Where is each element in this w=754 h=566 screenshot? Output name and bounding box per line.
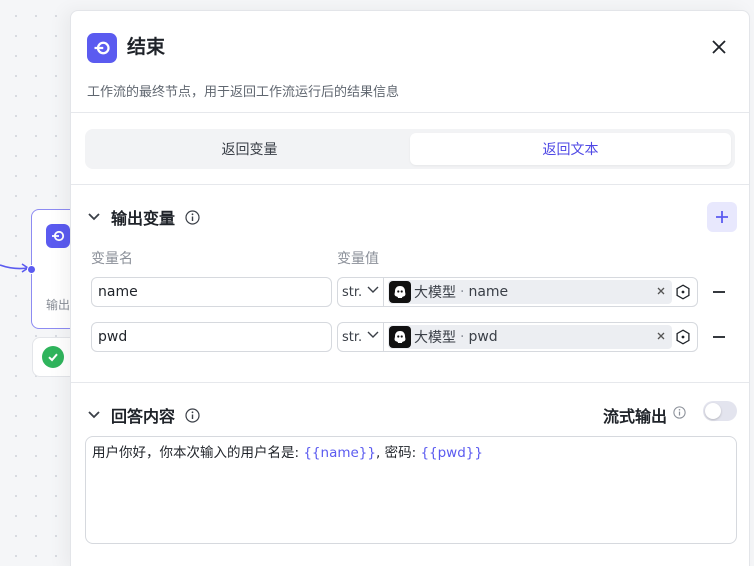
chevron-down-icon [367,331,379,338]
chevron-down-icon[interactable] [87,408,101,422]
llm-model-icon [389,326,411,348]
variable-reference-tag[interactable]: 大模型 · pwd [388,325,672,349]
stream-output-label: 流式输出 [602,407,667,426]
variable-token: {{name}} [303,445,376,461]
toggle-knob [705,403,721,419]
info-icon[interactable] [185,209,200,225]
node-input-handle[interactable] [27,265,36,274]
column-header-value: 变量值 [337,251,379,267]
panel-title: 结束 [127,36,166,58]
minus-icon [713,291,725,293]
reference-field: pwd [468,329,498,345]
info-icon[interactable] [185,407,200,423]
mode-tabs-section: 返回变量 返回文本 [71,113,749,185]
variable-picker-icon[interactable] [675,329,691,345]
panel-header: 结束 工作流的最终节点，用于返回工作流运行后的结果信息 [71,11,749,113]
plus-icon [716,211,728,223]
variable-reference-tag[interactable]: 大模型 · name [388,280,672,304]
reference-field: name [468,284,509,300]
reference-source: 大模型 [414,330,456,346]
remove-variable-button[interactable] [711,284,727,300]
chevron-down-icon [367,286,379,293]
connection-edge [0,263,30,273]
variable-name-input[interactable] [91,322,332,352]
variable-row: str. 大模型 · name [91,277,731,307]
section-title: 输出变量 [111,209,176,228]
chevron-down-icon[interactable] [87,210,101,224]
minus-icon [713,336,725,338]
remove-variable-button[interactable] [711,329,727,345]
type-select[interactable]: str. [338,323,384,351]
type-select[interactable]: str. [338,278,384,306]
section-title: 回答内容 [111,407,176,426]
tab-return-text[interactable]: 返回文本 [410,133,731,165]
variable-name-input[interactable] [91,277,332,307]
variable-value-field: str. 大模型 · pwd [337,322,698,352]
llm-model-icon [389,281,411,303]
variable-token: {{pwd}} [420,445,483,461]
answer-content-section: 回答内容 流式输出 用户你好，你本次输入的用户名是: {{name}}, 密码:… [71,383,749,563]
answer-content-editor[interactable]: 用户你好，你本次输入的用户名是: {{name}}, 密码: {{pwd}} [85,436,737,544]
panel-description: 工作流的最终节点，用于返回工作流运行后的结果信息 [87,85,400,100]
reference-source: 大模型 [414,285,456,301]
type-label: str. [342,329,363,345]
clear-icon[interactable] [654,329,668,343]
info-icon[interactable] [672,405,687,420]
add-variable-button[interactable] [707,202,737,232]
type-label: str. [342,284,363,300]
end-node-icon [87,33,117,63]
mode-tabs: 返回变量 返回文本 [85,129,735,169]
column-header-name: 变量名 [91,251,133,267]
end-node-config-panel: 结束 工作流的最终节点，用于返回工作流运行后的结果信息 返回变量 返回文本 输出… [70,10,750,566]
answer-text: , 密码: [376,445,421,461]
clear-icon[interactable] [654,284,668,298]
output-variables-section: 输出变量 变量名 变量值 str. 大模型 [71,185,749,383]
end-node-icon [46,224,70,248]
check-icon [42,346,64,368]
node-label: 输出 [46,298,71,312]
variable-picker-icon[interactable] [675,284,691,300]
variable-row: str. 大模型 · pwd [91,322,731,352]
close-icon [712,40,726,54]
answer-text: 用户你好，你本次输入的用户名是: [92,445,304,461]
stream-output-toggle[interactable] [703,401,737,421]
tab-return-variables[interactable]: 返回变量 [89,133,410,165]
variable-value-field: str. 大模型 · name [337,277,698,307]
close-button[interactable] [707,35,731,59]
